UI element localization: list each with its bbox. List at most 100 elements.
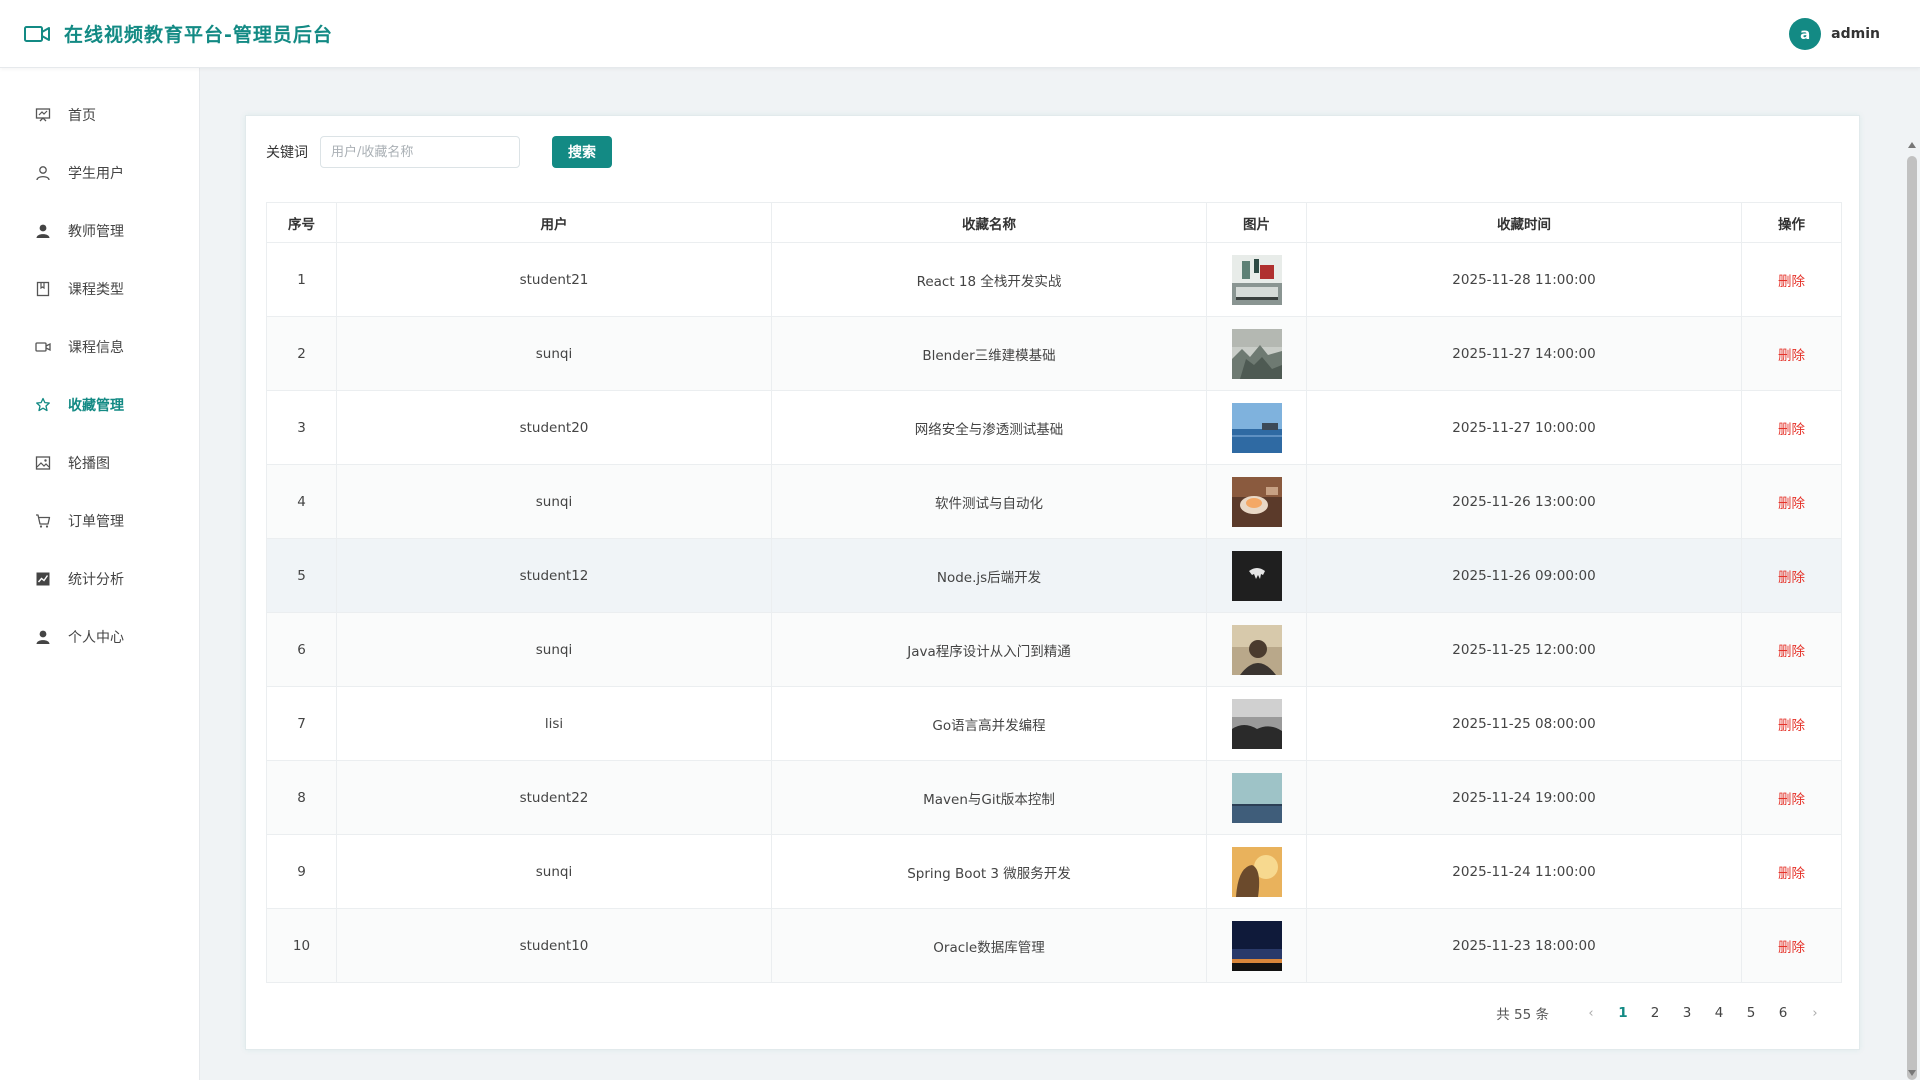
- cell-time: 2025-11-27 14:00:00: [1306, 316, 1742, 391]
- sidebar-item-favorites[interactable]: 收藏管理: [0, 376, 199, 434]
- scroll-up-icon[interactable]: [1908, 142, 1916, 148]
- star-icon: [34, 396, 52, 414]
- page-number[interactable]: 1: [1607, 1005, 1639, 1021]
- cell-no: 1: [266, 242, 337, 317]
- total-count: 共 55 条: [1496, 1007, 1549, 1023]
- cell-user: lisi: [336, 686, 772, 761]
- page-number[interactable]: 4: [1703, 1005, 1735, 1021]
- table-row: 6 sunqi Java程序设计从入门到精通 2025-11-25 12:00:…: [266, 612, 1842, 687]
- cell-name: Go语言高并发编程: [771, 686, 1207, 761]
- table-row: 4 sunqi 软件测试与自动化 2025-11-26 13:00:00 删除: [266, 464, 1842, 539]
- sidebar-item-statistics[interactable]: 统计分析: [0, 550, 199, 608]
- video-camera-icon: [34, 338, 52, 356]
- cell-name: 网络安全与渗透测试基础: [771, 390, 1207, 465]
- course-thumbnail[interactable]: [1231, 624, 1282, 675]
- cell-name: Node.js后端开发: [771, 538, 1207, 613]
- favorites-panel: 关键词 搜索 序号 用户 收藏名称 图片 收藏时间 操作 1: [245, 115, 1860, 1050]
- scroll-down-icon[interactable]: [1908, 1070, 1916, 1076]
- column-header-no: 序号: [266, 202, 337, 243]
- cell-no: 4: [266, 464, 337, 539]
- table-row: 5 student12 Node.js后端开发 2025-11-26 09:00…: [266, 538, 1842, 613]
- delete-link[interactable]: 删除: [1778, 348, 1805, 364]
- table-row: 7 lisi Go语言高并发编程 2025-11-25 08:00:00 删除: [266, 686, 1842, 761]
- course-thumbnail[interactable]: [1231, 846, 1282, 897]
- cell-name: 软件测试与自动化: [771, 464, 1207, 539]
- cell-no: 7: [266, 686, 337, 761]
- sidebar-item-profile[interactable]: 个人中心: [0, 608, 199, 666]
- sidebar-item-teachers[interactable]: 教师管理: [0, 202, 199, 260]
- delete-link[interactable]: 删除: [1778, 570, 1805, 586]
- sidebar-item-carousel[interactable]: 轮播图: [0, 434, 199, 492]
- course-thumbnail[interactable]: [1231, 550, 1282, 601]
- cell-user: student20: [336, 390, 772, 465]
- sidebar-item-label: 学生用户: [68, 166, 124, 182]
- sidebar-item-label: 轮播图: [68, 456, 110, 472]
- cell-name: Spring Boot 3 微服务开发: [771, 834, 1207, 909]
- course-thumbnail[interactable]: [1231, 476, 1282, 527]
- sidebar-item-label: 收藏管理: [68, 398, 124, 414]
- sidebar-item-course-types[interactable]: 课程类型: [0, 260, 199, 318]
- video-camera-icon: [24, 22, 52, 46]
- course-thumbnail[interactable]: [1231, 254, 1282, 305]
- page-number[interactable]: 6: [1767, 1005, 1799, 1021]
- delete-link[interactable]: 删除: [1778, 940, 1805, 956]
- cell-user: sunqi: [336, 834, 772, 909]
- cell-no: 3: [266, 390, 337, 465]
- scrollbar-thumb[interactable]: [1907, 156, 1917, 1080]
- picture-icon: [34, 454, 52, 472]
- username[interactable]: admin: [1831, 26, 1880, 42]
- page-number[interactable]: 5: [1735, 1005, 1767, 1021]
- prev-page-icon[interactable]: ‹: [1575, 1006, 1607, 1021]
- sidebar-item-courses[interactable]: 课程信息: [0, 318, 199, 376]
- course-thumbnail[interactable]: [1231, 698, 1282, 749]
- table-row: 9 sunqi Spring Boot 3 微服务开发 2025-11-24 1…: [266, 834, 1842, 909]
- brand: 在线视频教育平台-管理员后台: [24, 20, 333, 47]
- sidebar-item-home[interactable]: 首页: [0, 86, 199, 144]
- course-thumbnail[interactable]: [1231, 328, 1282, 379]
- page-number[interactable]: 2: [1639, 1005, 1671, 1021]
- cell-no: 10: [266, 908, 337, 983]
- cell-user: student12: [336, 538, 772, 613]
- user-outline-icon: [34, 164, 52, 182]
- column-header-user: 用户: [336, 202, 772, 243]
- cell-no: 6: [266, 612, 337, 687]
- sidebar-item-orders[interactable]: 订单管理: [0, 492, 199, 550]
- cell-time: 2025-11-25 12:00:00: [1306, 612, 1742, 687]
- cell-user: sunqi: [336, 316, 772, 391]
- cell-user: student21: [336, 242, 772, 317]
- cell-time: 2025-11-26 09:00:00: [1306, 538, 1742, 613]
- course-thumbnail[interactable]: [1231, 772, 1282, 823]
- column-header-time: 收藏时间: [1306, 202, 1742, 243]
- search-button[interactable]: 搜索: [552, 136, 612, 168]
- favorites-table: 序号 用户 收藏名称 图片 收藏时间 操作 1 student21 React …: [266, 202, 1842, 983]
- delete-link[interactable]: 删除: [1778, 274, 1805, 290]
- delete-link[interactable]: 删除: [1778, 792, 1805, 808]
- cell-name: React 18 全栈开发实战: [771, 242, 1207, 317]
- delete-link[interactable]: 删除: [1778, 866, 1805, 882]
- cell-time: 2025-11-28 11:00:00: [1306, 242, 1742, 317]
- sidebar-item-label: 课程类型: [68, 282, 124, 298]
- column-header-name: 收藏名称: [771, 202, 1207, 243]
- delete-link[interactable]: 删除: [1778, 496, 1805, 512]
- cell-user: student10: [336, 908, 772, 983]
- cell-user: student22: [336, 760, 772, 835]
- sidebar-item-students[interactable]: 学生用户: [0, 144, 199, 202]
- cell-time: 2025-11-23 18:00:00: [1306, 908, 1742, 983]
- delete-link[interactable]: 删除: [1778, 718, 1805, 734]
- page-scrollbar[interactable]: [1904, 68, 1920, 1080]
- column-header-action: 操作: [1741, 202, 1842, 243]
- page-number[interactable]: 3: [1671, 1005, 1703, 1021]
- sidebar-item-label: 订单管理: [68, 514, 124, 530]
- delete-link[interactable]: 删除: [1778, 644, 1805, 660]
- chart-icon: [34, 570, 52, 588]
- delete-link[interactable]: 删除: [1778, 422, 1805, 438]
- search-input[interactable]: [320, 136, 520, 168]
- sidebar-item-label: 个人中心: [68, 630, 124, 646]
- avatar[interactable]: a: [1789, 18, 1822, 50]
- next-page-icon[interactable]: ›: [1799, 1006, 1831, 1021]
- user-menu[interactable]: a admin: [1789, 18, 1880, 50]
- table-row: 10 student10 Oracle数据库管理 2025-11-23 18:0…: [266, 908, 1842, 983]
- course-thumbnail[interactable]: [1231, 920, 1282, 971]
- course-thumbnail[interactable]: [1231, 402, 1282, 453]
- top-header: 在线视频教育平台-管理员后台 a admin: [0, 0, 1920, 68]
